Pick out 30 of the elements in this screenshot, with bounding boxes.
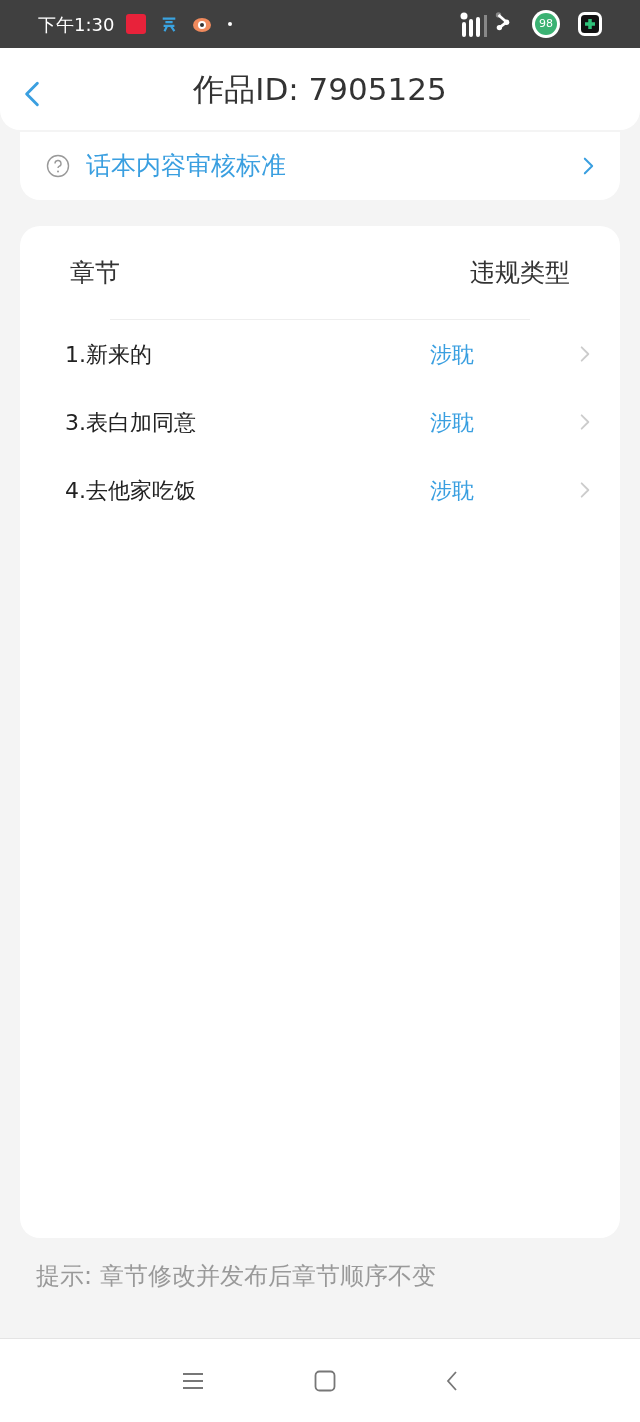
back-button[interactable] <box>24 80 40 108</box>
plus-icon <box>578 12 602 36</box>
app-icon <box>126 14 147 34</box>
help-icon <box>46 154 70 178</box>
signal-icon <box>460 11 490 37</box>
violation-type: 涉耽 <box>430 408 475 437</box>
chevron-icon <box>580 345 590 363</box>
eye-icon <box>192 16 213 32</box>
battery-level: 98 <box>535 13 557 35</box>
violation-type: 涉耽 <box>430 476 475 505</box>
violation-type: 涉耽 <box>430 340 475 369</box>
chapter-title: 1.新来的 <box>65 340 153 369</box>
chevron-icon <box>580 413 590 431</box>
chapter-title: 4.去他家吃饭 <box>65 476 197 505</box>
back-icon <box>24 80 40 108</box>
back-icon[interactable] <box>446 1369 458 1392</box>
status-time: 下午1:30 <box>38 12 115 37</box>
menu-icon[interactable] <box>182 1371 204 1390</box>
chapter-title: 3.表白加同意 <box>65 408 197 437</box>
chevron-icon <box>583 156 594 176</box>
chapter-row[interactable]: 3.表白加同意 涉耽 <box>20 388 620 456</box>
home-icon[interactable] <box>314 1369 336 1392</box>
chapter-row[interactable]: 4.去他家吃饭 涉耽 <box>20 456 620 524</box>
column-header: 违规类型 <box>469 256 571 289</box>
page-title: 作品ID: 7905125 <box>193 69 447 109</box>
column-header: 章节 <box>69 256 121 289</box>
chevron-icon <box>580 481 590 499</box>
tip-text: 提示: 章节修改并发布后章节顺序不变 <box>36 1261 437 1292</box>
dot-icon <box>228 22 233 26</box>
chapter-row[interactable]: 1.新来的 涉耽 <box>20 320 620 388</box>
